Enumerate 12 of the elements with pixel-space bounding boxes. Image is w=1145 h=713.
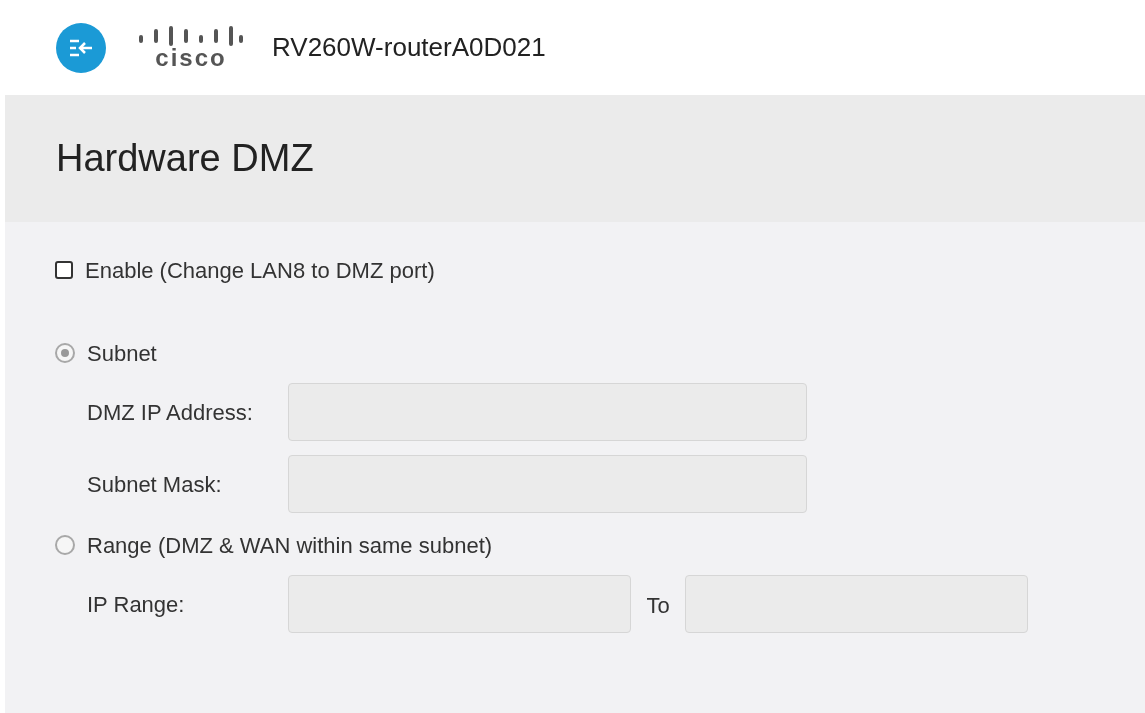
field-label: Subnet Mask: [87, 470, 223, 499]
field-label: DMZ IP Address: [87, 398, 254, 427]
field-label: IP Range: [87, 590, 186, 619]
range-separator: To [645, 592, 671, 620]
page-title: Hardware DMZ [56, 136, 314, 181]
device-name: RV260W-routerA0D021 [272, 31, 546, 64]
enable-checkbox[interactable] [55, 261, 73, 279]
menu-toggle-icon[interactable] [56, 22, 106, 73]
cisco-logo: cisco [138, 25, 244, 70]
radio-label: Range (DMZ & WAN within same subnet) [87, 531, 493, 560]
enable-label: Enable (Change LAN8 to DMZ port) [85, 256, 435, 285]
radio-label: Subnet [87, 339, 157, 368]
